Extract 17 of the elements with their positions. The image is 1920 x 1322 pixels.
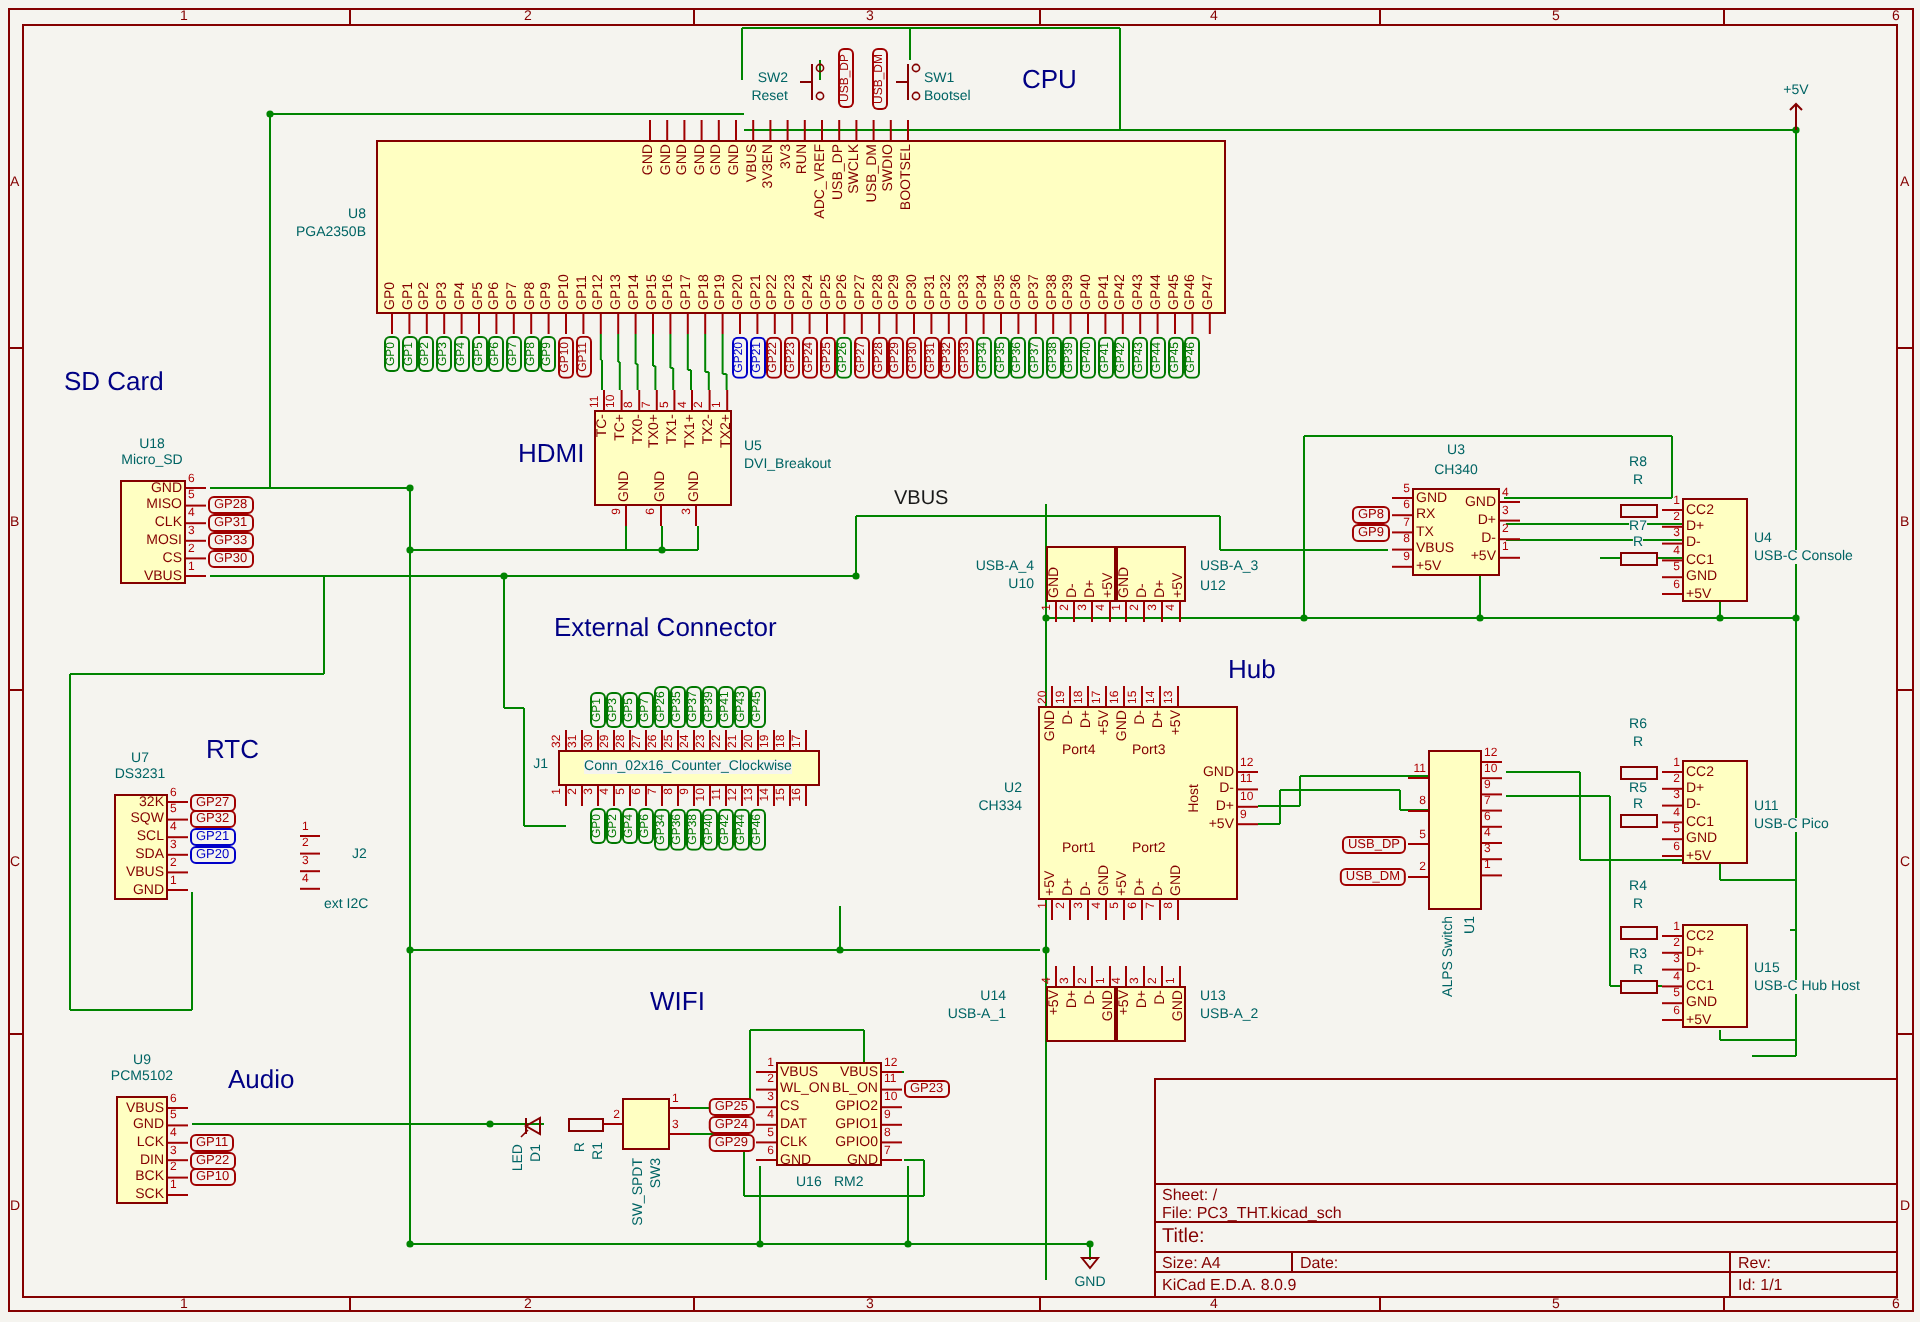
section-title: SD Card xyxy=(64,368,164,394)
title-block-field: Date: xyxy=(1300,1256,1339,1272)
title-block-field: Id: 1/1 xyxy=(1738,1278,1783,1294)
section-title: RTC xyxy=(206,736,259,762)
title-block-field: KiCad E.D.A. 8.0.9 xyxy=(1162,1278,1297,1294)
section-title: WIFI xyxy=(650,988,705,1014)
section-title: Hub xyxy=(1228,656,1276,682)
section-title: CPU xyxy=(1022,66,1077,92)
section-title: Audio xyxy=(228,1066,295,1092)
section-title: External Connector xyxy=(554,614,777,640)
title-block-field: Title: xyxy=(1162,1228,1205,1248)
net-name: VBUS xyxy=(894,490,949,510)
title-block-field: File: PC3_THT.kicad_sch xyxy=(1162,1206,1342,1222)
title-block-field: Sheet: / xyxy=(1162,1188,1218,1204)
title-block-field: Size: A4 xyxy=(1162,1256,1221,1272)
section-title: HDMI xyxy=(518,440,585,466)
title-block-field: Rev: xyxy=(1738,1256,1771,1272)
